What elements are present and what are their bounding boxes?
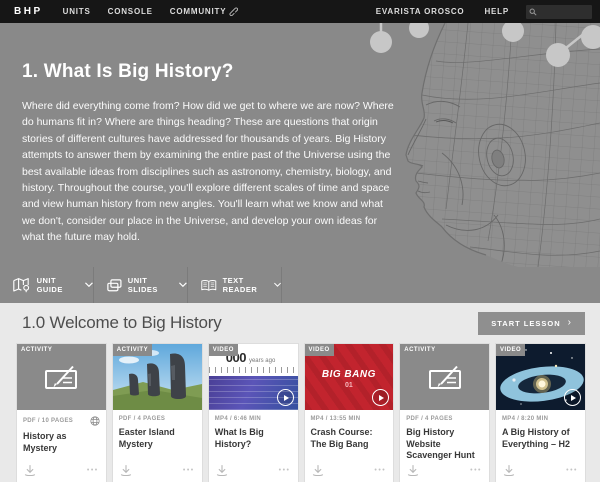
card-type-badge: VIDEO <box>209 344 238 356</box>
toolbar-filler <box>282 267 600 303</box>
book-icon <box>201 278 217 293</box>
nav-item-units[interactable]: UNITS <box>63 7 91 16</box>
play-button[interactable] <box>277 389 294 406</box>
chevron-down-icon <box>179 282 187 288</box>
chevron-right-icon: › <box>568 320 572 326</box>
card-thumbnail[interactable]: ACTIVITY <box>400 344 489 410</box>
card-history-as-mystery: ACTIVITY PDF / 10 PAGES <box>17 344 106 482</box>
download-icon[interactable] <box>120 464 132 476</box>
text-reader-label: TEXT READER <box>223 276 268 294</box>
card-big-history-of-everything: VIDEO <box>496 344 585 482</box>
download-icon[interactable] <box>24 464 36 476</box>
more-options-button[interactable]: ••• <box>374 467 386 474</box>
search-input[interactable] <box>537 7 587 16</box>
user-menu[interactable]: EVARISTA OROSCO <box>376 7 465 16</box>
nav-item-console[interactable]: CONSOLE <box>108 7 153 16</box>
play-button[interactable] <box>372 389 389 406</box>
unit-guide-button[interactable]: UNIT GUIDE <box>0 267 94 303</box>
chevron-down-icon <box>274 282 281 288</box>
page-title: 1. What Is Big History? <box>22 61 600 83</box>
card-title[interactable]: History as Mystery <box>17 426 106 454</box>
card-title[interactable]: Big History Website Scavenger Hunt <box>400 422 489 462</box>
lesson-section: 1.0 Welcome to Big History START LESSON … <box>0 303 600 482</box>
unit-slides-label: UNIT SLIDES <box>128 276 173 294</box>
more-options-button[interactable]: ••• <box>279 467 291 474</box>
hero-banner: 1. What Is Big History? Where did everyt… <box>0 23 600 267</box>
download-icon[interactable] <box>216 464 228 476</box>
card-type-badge: ACTIVITY <box>113 344 152 356</box>
top-nav: BHP UNITS CONSOLE COMMUNITY EVARISTA ORO… <box>0 0 600 23</box>
start-lesson-button[interactable]: START LESSON › <box>478 312 585 335</box>
card-crash-course-big-bang: VIDEO BIG BANG 01 MP4 / 13:55 MIN Crash … <box>305 344 394 482</box>
download-icon[interactable] <box>503 464 515 476</box>
card-type-badge: VIDEO <box>305 344 334 356</box>
bigbang-title-text: BIG BANG <box>322 369 376 380</box>
card-title[interactable]: Easter Island Mystery <box>113 422 202 450</box>
bigbang-episode-number: 01 <box>345 382 353 389</box>
lesson-heading: 1.0 Welcome to Big History <box>22 313 222 333</box>
search-box[interactable] <box>526 5 592 19</box>
card-type-badge: ACTIVITY <box>400 344 439 356</box>
nav-item-community[interactable]: COMMUNITY <box>170 7 239 16</box>
card-title[interactable]: A Big History of Everything – H2 <box>496 422 585 450</box>
card-thumbnail[interactable]: VIDEO 000 years ago <box>209 344 298 410</box>
card-title[interactable]: What Is Big History? <box>209 422 298 450</box>
download-icon[interactable] <box>407 464 419 476</box>
nav-item-community-label: COMMUNITY <box>170 7 227 16</box>
card-type-badge: VIDEO <box>496 344 525 356</box>
text-reader-button[interactable]: TEXT READER <box>188 267 282 303</box>
map-icon <box>13 276 31 294</box>
card-meta: PDF / 10 PAGES <box>23 418 73 424</box>
start-lesson-label: START LESSON <box>491 319 560 328</box>
link-icon <box>229 7 238 16</box>
card-thumbnail[interactable]: VIDEO BIG BANG 01 <box>305 344 394 410</box>
slides-icon <box>107 278 122 293</box>
play-button[interactable] <box>564 389 581 406</box>
card-type-badge: ACTIVITY <box>17 344 56 356</box>
timeline-label: years ago <box>249 358 275 364</box>
search-icon <box>529 8 537 16</box>
globe-icon[interactable] <box>90 416 100 426</box>
chevron-down-icon <box>85 282 93 288</box>
worksheet-icon <box>427 364 463 391</box>
more-options-button[interactable]: ••• <box>87 467 99 474</box>
unit-guide-label: UNIT GUIDE <box>37 276 80 294</box>
download-icon[interactable] <box>312 464 324 476</box>
card-title[interactable]: Crash Course: The Big Bang <box>305 422 394 450</box>
hero-description: Where did everything come from? How did … <box>22 98 394 245</box>
more-options-button[interactable]: ••• <box>566 467 578 474</box>
bhp-logo[interactable]: BHP <box>14 6 43 17</box>
timeline-ticks <box>209 367 298 373</box>
card-thumbnail[interactable]: ACTIVITY <box>113 344 202 410</box>
worksheet-icon <box>43 364 79 391</box>
unit-toolbar: UNIT GUIDE UNIT SLIDES TEXT READER <box>0 267 600 303</box>
more-options-button[interactable]: ••• <box>183 467 195 474</box>
card-scavenger-hunt: ACTIVITY PDF / 4 PAGES Big History Websi… <box>400 344 489 482</box>
card-thumbnail[interactable]: VIDEO <box>496 344 585 410</box>
card-what-is-big-history: VIDEO 000 years ago MP4 / 6:46 MIN What … <box>209 344 298 482</box>
nav-item-help[interactable]: HELP <box>484 7 509 16</box>
card-thumbnail[interactable]: ACTIVITY <box>17 344 106 410</box>
more-options-button[interactable]: ••• <box>470 467 482 474</box>
unit-slides-button[interactable]: UNIT SLIDES <box>94 267 188 303</box>
card-easter-island-mystery: ACTIVITY <box>113 344 202 482</box>
resource-cards: ACTIVITY PDF / 10 PAGES <box>15 344 585 482</box>
